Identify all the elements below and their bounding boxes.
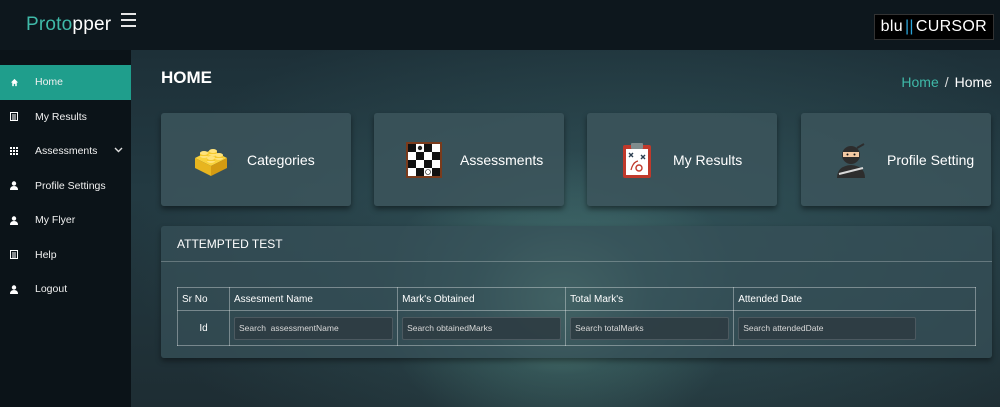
filter-cell bbox=[733, 310, 976, 346]
card-my-results[interactable]: My Results bbox=[587, 113, 777, 206]
card-profile-setting[interactable]: Profile Setting bbox=[801, 113, 991, 206]
filter-cell bbox=[397, 310, 567, 346]
table-header-row: Sr No Assesment Name Mark's Obtained Tot… bbox=[177, 287, 976, 311]
attempted-test-table: Sr No Assesment Name Mark's Obtained Tot… bbox=[177, 287, 976, 346]
sidebar-item-home[interactable]: Home bbox=[0, 65, 131, 100]
lego-brick-icon bbox=[195, 148, 227, 176]
column-header-total-marks[interactable]: Total Mark's bbox=[565, 287, 735, 311]
sidebar-item-my-results[interactable]: My Results bbox=[0, 100, 131, 135]
menu-toggle-icon[interactable] bbox=[121, 13, 141, 31]
logo-separator: || bbox=[904, 18, 914, 35]
sidebar-item-label: Profile Settings bbox=[35, 179, 106, 192]
breadcrumb-home-link[interactable]: Home bbox=[901, 74, 938, 90]
breadcrumb: Home / Home bbox=[901, 74, 992, 90]
sidebar-item-label: Assessments bbox=[35, 145, 98, 158]
attempted-test-panel: ATTEMPTED TEST Sr No Assesment Name Mark… bbox=[161, 226, 992, 358]
ninja-icon bbox=[837, 142, 865, 178]
search-assessment-name-input[interactable] bbox=[234, 316, 394, 340]
card-label: Assessments bbox=[460, 151, 544, 168]
checkerboard-icon bbox=[406, 141, 442, 178]
sidebar-item-assessments[interactable]: Assessments bbox=[0, 134, 131, 169]
top-bar: Protopper blu || CURSOR bbox=[0, 0, 1000, 50]
brand-name[interactable]: Protopper bbox=[0, 14, 131, 36]
grid-icon bbox=[9, 146, 19, 156]
clipboard-strategy-icon bbox=[623, 142, 651, 178]
brand-part-2: pper bbox=[72, 14, 112, 35]
search-total-marks-input[interactable] bbox=[570, 316, 730, 340]
filter-cell bbox=[228, 310, 399, 346]
list-icon bbox=[9, 112, 19, 122]
card-label: My Results bbox=[673, 151, 743, 168]
sidebar-item-profile-settings[interactable]: Profile Settings bbox=[0, 169, 131, 204]
column-header-attended-date[interactable]: Attended Date bbox=[733, 287, 976, 311]
brand-part-1: Proto bbox=[26, 14, 73, 35]
breadcrumb-current: Home bbox=[954, 74, 992, 90]
breadcrumb-separator: / bbox=[944, 74, 949, 90]
user-icon bbox=[9, 215, 19, 225]
logo-right: CURSOR bbox=[915, 18, 987, 35]
page-title: HOME bbox=[161, 68, 212, 87]
search-attended-date-input[interactable] bbox=[738, 316, 917, 340]
sidebar-item-label: Help bbox=[35, 248, 57, 261]
sidebar: Home My Results Assessments Profile Sett… bbox=[0, 50, 131, 407]
column-header-marks-obtained[interactable]: Mark's Obtained bbox=[397, 287, 567, 311]
search-obtained-marks-input[interactable] bbox=[402, 316, 562, 340]
id-label: Id bbox=[177, 310, 230, 346]
sidebar-item-logout[interactable]: Logout bbox=[0, 272, 131, 307]
sidebar-item-help[interactable]: Help bbox=[0, 238, 131, 273]
card-label: Profile Setting bbox=[887, 151, 975, 168]
filter-cell bbox=[565, 310, 735, 346]
sidebar-item-label: Home bbox=[35, 76, 64, 89]
list-icon bbox=[9, 250, 19, 260]
blucursor-logo: blu || CURSOR bbox=[873, 14, 994, 40]
filter-row: Id bbox=[177, 310, 976, 346]
sidebar-item-label: My Results bbox=[35, 110, 87, 123]
card-label: Categories bbox=[247, 151, 315, 168]
user-icon bbox=[9, 284, 19, 294]
card-categories[interactable]: Categories bbox=[161, 113, 351, 206]
panel-title: ATTEMPTED TEST bbox=[161, 226, 992, 262]
main-content: HOME Home / Home Categories Assessments … bbox=[131, 50, 1000, 407]
sidebar-item-label: Logout bbox=[35, 283, 68, 296]
column-header-assessment-name[interactable]: Assesment Name bbox=[228, 287, 399, 311]
chevron-down-icon[interactable] bbox=[114, 145, 123, 156]
sidebar-item-label: My Flyer bbox=[35, 214, 76, 227]
home-icon bbox=[9, 77, 19, 87]
logo-left: blu bbox=[880, 18, 903, 35]
user-icon bbox=[9, 181, 19, 191]
card-assessments[interactable]: Assessments bbox=[374, 113, 564, 206]
column-header-sr-no[interactable]: Sr No bbox=[177, 287, 230, 311]
sidebar-item-my-flyer[interactable]: My Flyer bbox=[0, 203, 131, 238]
